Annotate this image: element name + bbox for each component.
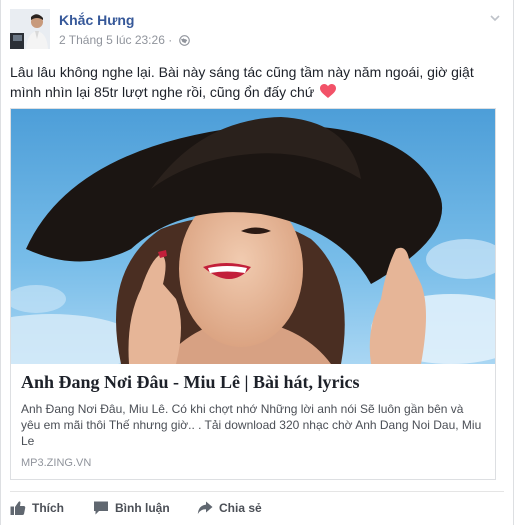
share-button[interactable]: Chia sẻ (197, 497, 262, 519)
comment-label: Bình luận (115, 501, 170, 515)
author-name[interactable]: Khắc Hưng (59, 12, 134, 28)
chevron-down-icon[interactable] (488, 11, 502, 25)
feed-post: Khắc Hưng 2 Tháng 5 lúc 23:26 · Lâu lâu … (0, 0, 514, 525)
link-preview-image[interactable] (11, 109, 495, 364)
share-label: Chia sẻ (219, 501, 262, 515)
heart-icon (320, 84, 337, 104)
globe-icon[interactable] (178, 35, 190, 49)
link-title[interactable]: Anh Đang Nơi Đâu - Miu Lê | Bài hát, lyr… (21, 371, 486, 393)
actions-divider (10, 491, 504, 492)
post-message: Lâu lâu không nghe lại. Bài này sáng tác… (10, 62, 500, 104)
post-timestamp[interactable]: 2 Tháng 5 lúc 23:26 (59, 33, 165, 47)
comment-button[interactable]: Bình luận (93, 497, 170, 519)
author-avatar[interactable] (10, 9, 50, 49)
link-domain: MP3.ZING.VN (21, 457, 92, 469)
link-preview-card[interactable]: Anh Đang Nơi Đâu - Miu Lê | Bài hát, lyr… (10, 108, 496, 480)
like-button[interactable]: Thích (10, 497, 64, 519)
post-actions-bar: Thích Bình luận Chia sẻ (10, 497, 504, 519)
share-icon (197, 501, 213, 514)
link-preview-body: Anh Đang Nơi Đâu - Miu Lê | Bài hát, lyr… (21, 371, 486, 469)
post-message-text: Lâu lâu không nghe lại. Bài này sáng tác… (10, 64, 474, 100)
post-meta: 2 Tháng 5 lúc 23:26 · (59, 33, 190, 49)
post-header: Khắc Hưng 2 Tháng 5 lúc 23:26 · (10, 9, 504, 53)
comment-icon (94, 501, 108, 515)
link-description: Anh Đang Nơi Đâu, Miu Lê. Có khi chợt nh… (21, 402, 482, 448)
like-label: Thích (32, 501, 64, 515)
thumbs-up-icon (10, 501, 26, 515)
